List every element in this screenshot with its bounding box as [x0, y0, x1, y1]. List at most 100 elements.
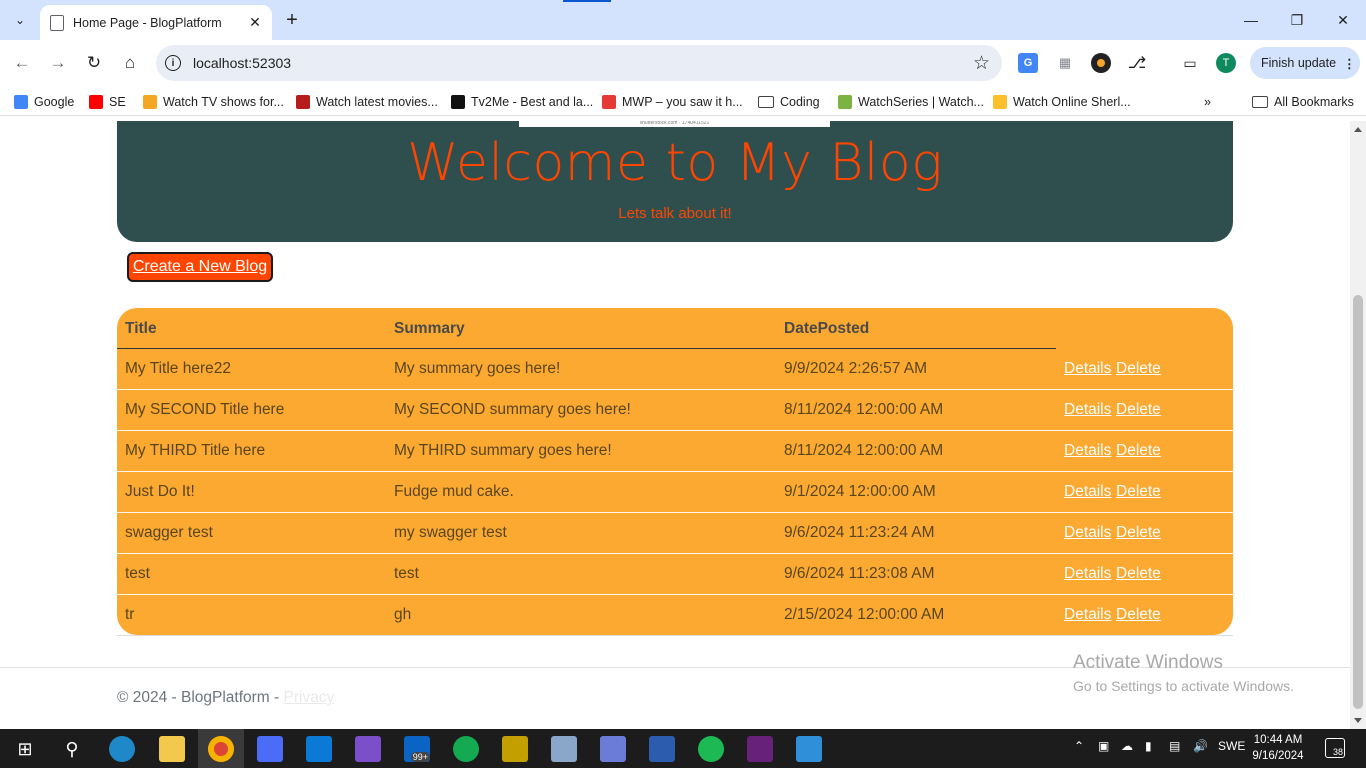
- address-bar[interactable]: i localhost:52303 ☆: [156, 45, 1002, 81]
- browser-tab[interactable]: Home Page - BlogPlatform ✕: [40, 5, 272, 40]
- finish-update-button[interactable]: Finish update ⋮: [1250, 47, 1360, 79]
- table-bottom-divider: [117, 635, 1233, 636]
- scroll-up-icon[interactable]: [1354, 127, 1362, 132]
- delete-link[interactable]: Delete: [1116, 606, 1161, 624]
- create-blog-button[interactable]: Create a New Blog: [127, 252, 273, 282]
- file-explorer-icon[interactable]: [159, 736, 185, 762]
- page-scrollbar[interactable]: [1350, 121, 1366, 729]
- delete-link[interactable]: Delete: [1116, 483, 1161, 501]
- bookmark-item[interactable]: Watch latest movies...: [296, 93, 438, 111]
- blog-table: Title Summary DatePosted My Title here22…: [117, 308, 1233, 635]
- photos-icon[interactable]: [796, 736, 822, 762]
- cell-date: 8/11/2024 12:00:00 AM: [784, 401, 944, 418]
- chrome-icon[interactable]: [208, 736, 234, 762]
- delete-link[interactable]: Delete: [1116, 442, 1161, 460]
- home-icon[interactable]: ⌂: [116, 49, 144, 77]
- cell-title: Just Do It!: [125, 483, 195, 500]
- bookmark-item[interactable]: WatchSeries | Watch...: [838, 93, 984, 111]
- search-icon[interactable]: ⚲: [59, 736, 85, 762]
- privacy-link[interactable]: Privacy: [284, 689, 335, 706]
- extensions-puzzle-icon[interactable]: ⎇: [1127, 53, 1147, 73]
- windows-taskbar: ⊞ ⚲ 99+ ⌃ ▣ ☁ ▮ ▤ 🔊 SWE 10:44 AM 9/16/20…: [0, 729, 1366, 768]
- site-info-icon[interactable]: i: [165, 55, 181, 71]
- mail-icon[interactable]: 99+: [404, 736, 430, 762]
- bookmark-item[interactable]: Watch Online Sherl...: [993, 93, 1131, 111]
- table-row: My SECOND Title here My SECOND summary go…: [117, 390, 1233, 431]
- column-header-date: DatePosted: [784, 320, 870, 337]
- close-tab-icon[interactable]: ✕: [245, 13, 265, 33]
- document-extension-icon[interactable]: ▦: [1055, 53, 1075, 73]
- profile-avatar[interactable]: T: [1216, 53, 1236, 73]
- cell-summary: My SECOND summary goes here!: [394, 401, 631, 418]
- powershell-icon[interactable]: [649, 736, 675, 762]
- more-bookmarks-chevron-icon[interactable]: »: [1204, 93, 1211, 111]
- reload-icon[interactable]: ↻: [80, 49, 108, 77]
- bookmark-item[interactable]: MWP – you saw it h...: [602, 93, 743, 111]
- all-bookmarks-button[interactable]: All Bookmarks: [1252, 93, 1354, 111]
- watchseries-icon: [838, 95, 852, 109]
- close-window-icon[interactable]: ✕: [1320, 0, 1366, 40]
- details-link[interactable]: Details: [1064, 401, 1111, 419]
- tab-search-chevron-icon[interactable]: ⌄: [6, 6, 34, 34]
- spotify-icon[interactable]: [698, 736, 724, 762]
- windows-start-icon[interactable]: ⊞: [12, 736, 38, 762]
- bookmark-item[interactable]: Google: [14, 93, 74, 111]
- minimize-icon[interactable]: —: [1228, 0, 1274, 40]
- visual-studio-icon[interactable]: [355, 736, 381, 762]
- movie-icon: [296, 95, 310, 109]
- notification-count: 38: [1332, 747, 1343, 757]
- onedrive-cloud-icon[interactable]: ☁: [1121, 739, 1133, 753]
- delete-link[interactable]: Delete: [1116, 360, 1161, 378]
- bookmark-item[interactable]: Tv2Me - Best and la...: [451, 93, 593, 111]
- details-link[interactable]: Details: [1064, 360, 1111, 378]
- record-extension-icon[interactable]: [1091, 53, 1111, 73]
- tool-icon[interactable]: [502, 736, 528, 762]
- notification-center-icon[interactable]: 38: [1325, 738, 1345, 758]
- scroll-down-icon[interactable]: [1354, 718, 1362, 723]
- cell-summary: My summary goes here!: [394, 360, 561, 377]
- bookmark-item[interactable]: SE: [89, 93, 126, 111]
- notepad-icon[interactable]: [551, 736, 577, 762]
- watermark-subtitle: Go to Settings to activate Windows.: [1073, 678, 1294, 694]
- bookmark-label: WatchSeries | Watch...: [858, 95, 984, 109]
- cell-title: My THIRD Title here: [125, 442, 266, 459]
- cast-icon[interactable]: ▭: [1180, 53, 1200, 73]
- app-check-icon[interactable]: [600, 736, 626, 762]
- system-clock[interactable]: 10:44 AM 9/16/2024: [1244, 732, 1312, 764]
- language-indicator[interactable]: SWE: [1218, 739, 1245, 753]
- volume-icon[interactable]: 🔊: [1193, 739, 1208, 753]
- bookmark-item[interactable]: Watch TV shows for...: [143, 93, 284, 111]
- youtube-icon: [89, 95, 103, 109]
- vscode-icon[interactable]: [306, 736, 332, 762]
- show-hidden-icons-chevron-icon[interactable]: ⌃: [1074, 739, 1084, 753]
- details-link[interactable]: Details: [1064, 606, 1111, 624]
- column-header-title: Title: [125, 320, 157, 337]
- forward-arrow-icon[interactable]: →: [44, 49, 72, 77]
- store-icon[interactable]: [257, 736, 283, 762]
- cell-date: 2/15/2024 12:00:00 AM: [784, 606, 945, 623]
- details-link[interactable]: Details: [1064, 483, 1111, 501]
- edge-icon[interactable]: [109, 736, 135, 762]
- scrollbar-thumb[interactable]: [1353, 295, 1363, 709]
- visual-studio-2-icon[interactable]: [747, 736, 773, 762]
- restore-icon[interactable]: ❐: [1274, 0, 1320, 40]
- battery-icon[interactable]: ▮: [1145, 739, 1152, 753]
- translate-extension-icon[interactable]: G: [1018, 53, 1038, 73]
- footer: © 2024 - BlogPlatform - Privacy: [117, 689, 334, 707]
- new-tab-plus-icon[interactable]: +: [280, 8, 304, 32]
- mail-badge: 99+: [410, 752, 430, 762]
- back-arrow-icon[interactable]: ←: [8, 49, 36, 77]
- details-link[interactable]: Details: [1064, 565, 1111, 583]
- watermark-title: Activate Windows: [1073, 652, 1223, 673]
- delete-link[interactable]: Delete: [1116, 524, 1161, 542]
- bookmark-star-icon[interactable]: ☆: [973, 52, 990, 75]
- delete-link[interactable]: Delete: [1116, 401, 1161, 419]
- mongodb-icon[interactable]: [453, 736, 479, 762]
- bookmark-item[interactable]: Coding: [758, 93, 820, 111]
- details-link[interactable]: Details: [1064, 524, 1111, 542]
- delete-link[interactable]: Delete: [1116, 565, 1161, 583]
- camera-icon[interactable]: ▣: [1098, 739, 1109, 753]
- details-link[interactable]: Details: [1064, 442, 1111, 460]
- bookmark-label: Watch TV shows for...: [163, 95, 284, 109]
- network-icon[interactable]: ▤: [1169, 739, 1180, 753]
